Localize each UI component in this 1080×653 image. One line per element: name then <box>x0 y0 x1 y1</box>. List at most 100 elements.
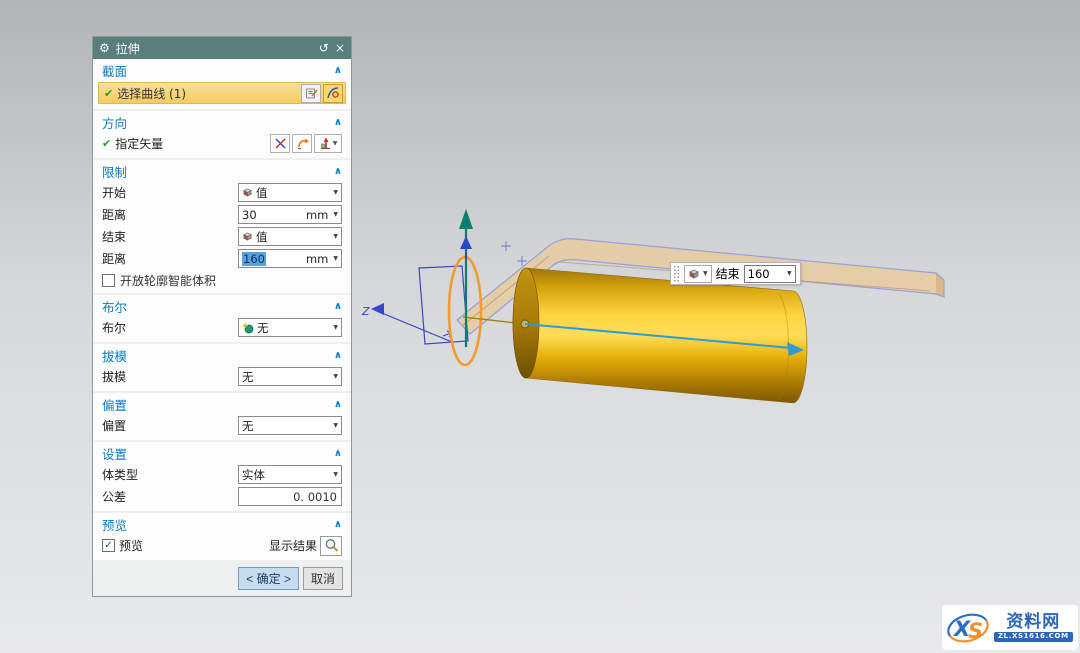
watermark-site-url: ZL.XS1616.COM <box>994 632 1073 642</box>
open-profile-checkbox[interactable] <box>102 274 115 287</box>
direction-header-label: 方向 <box>102 113 127 132</box>
chevron-down-icon: ▼ <box>333 211 338 218</box>
watermark-site-name: 资料网 <box>1006 614 1060 631</box>
offset-header-label: 偏置 <box>102 395 127 414</box>
boolean-none-icon <box>242 322 254 334</box>
onscreen-end-value-input[interactable]: 160 ▼ <box>744 265 796 283</box>
section-header[interactable]: 截面 ∧ <box>93 60 351 80</box>
chevron-down-icon: ▼ <box>333 140 338 147</box>
boolean-group: 布尔 ∧ 布尔 无 ▼ <box>93 295 351 342</box>
offset-label: 偏置 <box>102 417 126 434</box>
section-group: 截面 ∧ ✔ 选择曲线 (1) <box>93 59 351 109</box>
chevron-down-icon: ▼ <box>333 233 338 240</box>
body-type-dropdown[interactable]: 实体 ▼ <box>238 465 342 484</box>
chevron-up-icon[interactable]: ∧ <box>334 301 342 312</box>
dialog-button-bar: < 确定 > 取消 <box>93 562 351 596</box>
boolean-header[interactable]: 布尔 ∧ <box>93 296 351 316</box>
preview-group: 预览 ∧ ✓ 预览 显示结果 <box>93 513 351 560</box>
start-label: 开始 <box>102 184 126 201</box>
end-distance-label: 距离 <box>102 250 126 267</box>
chevron-up-icon[interactable]: ∧ <box>334 350 342 361</box>
draft-value: 无 <box>242 369 330 385</box>
end-type-dropdown[interactable]: 值 ▼ <box>238 227 342 246</box>
end-distance-input[interactable]: 160 mm ▼ <box>238 249 342 268</box>
body-type-label: 体类型 <box>102 466 138 483</box>
chevron-up-icon[interactable]: ∧ <box>334 519 342 530</box>
extrude-dialog: ⚙ 拉伸 ↺ × 截面 ∧ ✔ 选择曲线 (1) <box>92 36 352 597</box>
preview-checkbox[interactable]: ✓ <box>102 539 115 552</box>
application-window: Z <box>0 0 1080 653</box>
onscreen-end-distance-field[interactable]: ▼ 结束 160 ▼ <box>670 262 801 285</box>
drag-grip-icon[interactable] <box>673 265 680 282</box>
sketch-section-button[interactable] <box>323 84 343 103</box>
chevron-down-icon: ▼ <box>333 422 338 429</box>
chevron-down-icon: ▼ <box>703 270 708 277</box>
limits-header[interactable]: 限制 ∧ <box>93 161 351 181</box>
dialog-titlebar[interactable]: ⚙ 拉伸 ↺ × <box>93 37 351 59</box>
settings-header[interactable]: 设置 ∧ <box>93 443 351 463</box>
reset-icon[interactable]: ↺ <box>319 42 329 54</box>
tolerance-value: 0. 0010 <box>293 490 337 504</box>
boolean-dropdown[interactable]: 无 ▼ <box>238 318 342 337</box>
offset-header[interactable]: 偏置 ∧ <box>93 394 351 414</box>
xs-logo-icon: X S <box>944 608 992 648</box>
chevron-down-icon: ▼ <box>333 471 338 478</box>
vector-axis-icon <box>319 137 332 150</box>
settings-header-label: 设置 <box>102 444 127 463</box>
tolerance-label: 公差 <box>102 488 126 505</box>
vector-dialog-button[interactable] <box>270 134 290 153</box>
chevron-up-icon[interactable]: ∧ <box>334 448 342 459</box>
onscreen-end-value: 160 <box>748 267 785 281</box>
end-label: 结束 <box>102 228 126 245</box>
boolean-header-label: 布尔 <box>102 297 127 316</box>
chevron-up-icon[interactable]: ∧ <box>334 399 342 410</box>
select-curve-label: 选择曲线 (1) <box>117 85 186 102</box>
end-distance-unit: mm <box>306 252 328 266</box>
chevron-up-icon[interactable]: ∧ <box>334 166 342 177</box>
close-icon[interactable]: × <box>335 42 345 54</box>
chevron-up-icon[interactable]: ∧ <box>334 65 342 76</box>
end-distance-value: 160 <box>242 252 266 266</box>
start-distance-input[interactable]: 30 mm ▼ <box>238 205 342 224</box>
vector-type-dropdown[interactable]: ▼ <box>314 134 342 153</box>
show-result-label: 显示结果 <box>269 537 317 554</box>
start-distance-value: 30 <box>242 208 303 222</box>
draft-dropdown[interactable]: 无 ▼ <box>238 367 342 386</box>
specify-vector-row: ✔ 指定矢量 <box>93 133 351 154</box>
select-curve-row[interactable]: ✔ 选择曲线 (1) <box>98 82 346 104</box>
draft-label: 拔模 <box>102 368 126 385</box>
measure-cube-icon <box>688 268 700 280</box>
start-type-value: 值 <box>256 185 330 201</box>
watermark-badge: X S 资料网 ZL.XS1616.COM <box>942 605 1078 650</box>
reverse-direction-button[interactable] <box>292 134 312 153</box>
draft-group: 拔模 ∧ 拔模 无 ▼ <box>93 344 351 391</box>
chevron-down-icon: ▼ <box>333 189 338 196</box>
check-icon: ✔ <box>102 137 111 150</box>
curve-rule-button[interactable] <box>301 84 321 103</box>
chevron-down-icon: ▼ <box>787 270 792 277</box>
sketch-section-icon <box>326 86 340 100</box>
chevron-up-icon[interactable]: ∧ <box>334 117 342 128</box>
offset-dropdown[interactable]: 无 ▼ <box>238 416 342 435</box>
onscreen-measure-dropdown[interactable]: ▼ <box>684 265 712 283</box>
boolean-label: 布尔 <box>102 319 126 336</box>
tolerance-input[interactable]: 0. 0010 <box>238 487 342 506</box>
chevron-down-icon: ▼ <box>333 324 338 331</box>
draft-header-label: 拔模 <box>102 346 127 365</box>
show-result-button[interactable] <box>320 536 342 556</box>
ok-button[interactable]: < 确定 > <box>238 567 299 590</box>
reverse-arrow-icon <box>296 137 309 150</box>
preview-header[interactable]: 预览 ∧ <box>93 514 351 534</box>
body-type-value: 实体 <box>242 467 330 483</box>
draft-header[interactable]: 拔模 ∧ <box>93 345 351 365</box>
z-axis-label: Z <box>361 305 370 318</box>
cancel-button[interactable]: 取消 <box>303 567 343 590</box>
end-type-value: 值 <box>256 229 330 245</box>
direction-header[interactable]: 方向 ∧ <box>93 112 351 132</box>
section-header-label: 截面 <box>102 61 127 80</box>
start-type-dropdown[interactable]: 值 ▼ <box>238 183 342 202</box>
chevron-down-icon: ▼ <box>333 373 338 380</box>
start-distance-unit: mm <box>306 208 328 222</box>
magnifier-icon <box>324 538 339 553</box>
dialog-title: 拉伸 <box>116 40 313 57</box>
